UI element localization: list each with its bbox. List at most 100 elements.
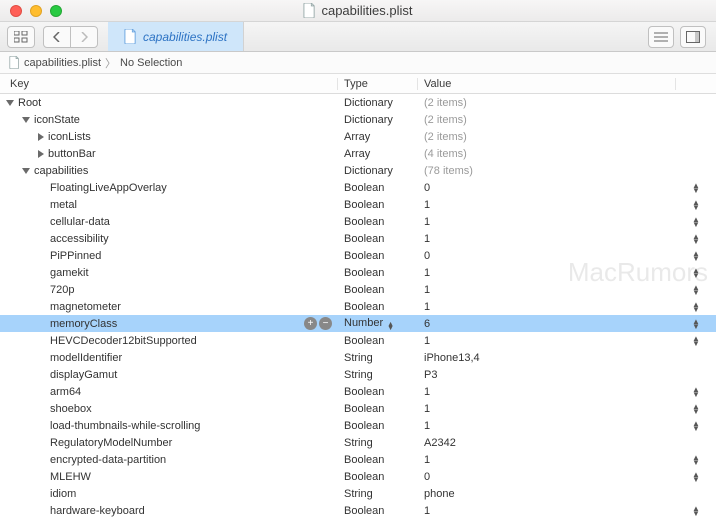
disclosure-triangle-icon[interactable] — [6, 100, 14, 106]
value-label: 1 — [424, 403, 430, 415]
table-row[interactable]: displayGamutStringP3 — [0, 366, 716, 383]
value-label: 1 — [424, 335, 430, 347]
key-label: metal — [50, 199, 77, 211]
column-key[interactable]: Key — [0, 78, 338, 90]
zoom-button[interactable] — [50, 5, 62, 17]
cell-stepper: ▲▼ — [676, 217, 716, 227]
cell-type: String — [338, 352, 418, 364]
table-row[interactable]: 720pBoolean1▲▼ — [0, 281, 716, 298]
cell-value: 1 — [418, 454, 676, 466]
key-label: buttonBar — [48, 148, 96, 160]
value-label: 1 — [424, 386, 430, 398]
table-row[interactable]: HEVCDecoder12bitSupportedBoolean1▲▼ — [0, 332, 716, 349]
table-row[interactable]: MLEHWBoolean0▲▼ — [0, 468, 716, 485]
value-stepper[interactable]: ▲▼ — [692, 217, 700, 227]
cell-stepper: ▲▼ — [676, 506, 716, 516]
value-stepper[interactable]: ▲▼ — [692, 336, 700, 346]
breadcrumb-file[interactable]: capabilities.plist — [24, 57, 101, 69]
list-toggle-button[interactable] — [648, 26, 674, 48]
cell-value: (2 items) — [418, 131, 676, 143]
chevron-right-icon — [80, 32, 88, 42]
forward-button[interactable] — [70, 26, 98, 48]
table-row[interactable]: magnetometerBoolean1▲▼ — [0, 298, 716, 315]
cell-key: load-thumbnails-while-scrolling — [0, 420, 338, 432]
table-row[interactable]: capabilitiesDictionary(78 items) — [0, 162, 716, 179]
table-row[interactable]: shoeboxBoolean1▲▼ — [0, 400, 716, 417]
cell-key: metal — [0, 199, 338, 211]
table-row[interactable]: FloatingLiveAppOverlayBoolean0▲▼ — [0, 179, 716, 196]
value-label: 1 — [424, 267, 430, 279]
table-row[interactable]: PiPPinnedBoolean0▲▼ — [0, 247, 716, 264]
value-label: 1 — [424, 284, 430, 296]
value-stepper[interactable]: ▲▼ — [692, 421, 700, 431]
minimize-button[interactable] — [30, 5, 42, 17]
value-stepper[interactable]: ▲▼ — [692, 234, 700, 244]
panel-toggle-button[interactable] — [680, 26, 706, 48]
view-group — [8, 26, 35, 48]
cell-type: Array — [338, 131, 418, 143]
value-stepper[interactable]: ▲▼ — [692, 183, 700, 193]
cell-key: magnetometer — [0, 301, 338, 313]
table-row[interactable]: modelIdentifierStringiPhone13,4 — [0, 349, 716, 366]
type-label: Boolean — [344, 471, 384, 483]
disclosure-triangle-icon[interactable] — [22, 168, 30, 174]
back-button[interactable] — [43, 26, 71, 48]
value-stepper[interactable]: ▲▼ — [692, 285, 700, 295]
cell-key: cellular-data — [0, 216, 338, 228]
breadcrumb: capabilities.plist 〉 No Selection — [0, 52, 716, 74]
table-row[interactable]: gamekitBoolean1▲▼ — [0, 264, 716, 281]
value-stepper[interactable]: ▲▼ — [692, 200, 700, 210]
cell-key: gamekit — [0, 267, 338, 279]
value-stepper[interactable]: ▲▼ — [692, 506, 700, 516]
remove-row-button[interactable]: − — [319, 317, 332, 330]
type-popup-button[interactable]: ▲▼ — [387, 323, 394, 331]
cell-value: 1 — [418, 386, 676, 398]
cell-stepper: ▲▼ — [676, 200, 716, 210]
close-button[interactable] — [10, 5, 22, 17]
type-label: Boolean — [344, 454, 384, 466]
value-stepper[interactable]: ▲▼ — [692, 472, 700, 482]
add-row-button[interactable]: + — [304, 317, 317, 330]
cell-type: Boolean — [338, 420, 418, 432]
disclosure-triangle-icon[interactable] — [38, 150, 44, 158]
table-row[interactable]: buttonBarArray(4 items) — [0, 145, 716, 162]
value-stepper[interactable]: ▲▼ — [692, 404, 700, 414]
column-value[interactable]: Value — [418, 78, 676, 90]
table-row[interactable]: cellular-dataBoolean1▲▼ — [0, 213, 716, 230]
table-row[interactable]: memoryClass+−Number▲▼6▲▼ — [0, 315, 716, 332]
tab-capabilities-plist[interactable]: capabilities.plist — [108, 22, 244, 51]
grid-icon — [14, 31, 28, 43]
value-label: 1 — [424, 199, 430, 211]
table-row[interactable]: encrypted-data-partitionBoolean1▲▼ — [0, 451, 716, 468]
value-label: (4 items) — [424, 148, 467, 160]
value-stepper[interactable]: ▲▼ — [692, 251, 700, 261]
table-row[interactable]: hardware-keyboardBoolean1▲▼ — [0, 502, 716, 519]
table-row[interactable]: RootDictionary(2 items) — [0, 94, 716, 111]
cell-type: Boolean — [338, 233, 418, 245]
key-label: iconState — [34, 114, 80, 126]
cell-value: iPhone13,4 — [418, 352, 676, 364]
table-row[interactable]: accessibilityBoolean1▲▼ — [0, 230, 716, 247]
table-row[interactable]: idiomStringphone — [0, 485, 716, 502]
nav-group — [43, 26, 98, 48]
table-row[interactable]: metalBoolean1▲▼ — [0, 196, 716, 213]
grid-view-button[interactable] — [7, 26, 35, 48]
table-row[interactable]: iconListsArray(2 items) — [0, 128, 716, 145]
value-stepper[interactable]: ▲▼ — [692, 302, 700, 312]
cell-key: 720p — [0, 284, 338, 296]
table-row[interactable]: arm64Boolean1▲▼ — [0, 383, 716, 400]
table-row[interactable]: RegulatoryModelNumberStringA2342 — [0, 434, 716, 451]
value-stepper[interactable]: ▲▼ — [692, 319, 700, 329]
disclosure-triangle-icon[interactable] — [22, 117, 30, 123]
key-label: accessibility — [50, 233, 109, 245]
table-row[interactable]: iconStateDictionary(2 items) — [0, 111, 716, 128]
disclosure-triangle-icon[interactable] — [38, 133, 44, 141]
disclosure-spacer — [38, 185, 46, 191]
table-row[interactable]: load-thumbnails-while-scrollingBoolean1▲… — [0, 417, 716, 434]
value-stepper[interactable]: ▲▼ — [692, 268, 700, 278]
value-stepper[interactable]: ▲▼ — [692, 455, 700, 465]
column-type[interactable]: Type — [338, 78, 418, 90]
cell-value: 1 — [418, 301, 676, 313]
list-icon — [654, 32, 668, 42]
value-stepper[interactable]: ▲▼ — [692, 387, 700, 397]
